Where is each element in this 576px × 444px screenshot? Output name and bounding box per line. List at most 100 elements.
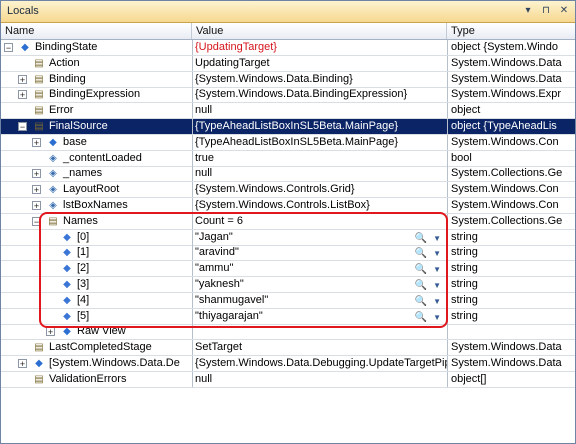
pin-icon[interactable]: ⊓ (539, 4, 553, 18)
expand-icon[interactable]: + (18, 90, 27, 100)
visualizer-dropdown-icon[interactable]: ▼ (433, 310, 441, 324)
tree-row[interactable]: ◆ [1] "aravind" 🔍 ▼ string (1, 245, 575, 262)
close-icon[interactable]: ✕ (557, 4, 571, 18)
visualizer-dropdown-icon[interactable]: ▼ (433, 262, 441, 276)
expand-icon[interactable]: + (32, 201, 41, 211)
value-cell[interactable]: "aravind" 🔍 ▼ (192, 245, 447, 261)
magnifier-icon[interactable]: 🔍 (415, 310, 427, 324)
locals-window: Locals ▾ ⊓ ✕ Name Value Type − ◆ BindingSt… (0, 0, 576, 444)
dropdown-icon[interactable]: ▾ (521, 4, 535, 18)
tree-row[interactable]: ▤ Error null object (1, 103, 575, 120)
column-value-header[interactable]: Value (192, 23, 447, 39)
tree-row[interactable]: ▤ ValidationErrors null object[] (1, 371, 575, 388)
type-cell: object {System.Windo (447, 40, 575, 55)
value-cell[interactable]: Count = 6 (192, 213, 447, 229)
tree-row[interactable]: ◆ [4] "shanmugavel" 🔍 ▼ string (1, 292, 575, 309)
type-cell: System.Windows.Data (447, 55, 575, 71)
name-cell: + ◆ base (1, 135, 191, 150)
tree-row[interactable]: + ◈ _names null System.Collections.Ge (1, 166, 575, 183)
type-cell: string (447, 245, 575, 261)
value-cell[interactable]: {TypeAheadListBoxInSL5Beta.MainPage} (192, 134, 447, 150)
value-cell[interactable]: {TypeAheadListBoxInSL5Beta.MainPage} (192, 119, 447, 134)
window-title: Locals (7, 5, 39, 17)
value-cell[interactable]: null (192, 371, 447, 387)
collapse-icon[interactable]: − (18, 122, 27, 132)
type-cell: string (447, 308, 575, 324)
expand-icon[interactable]: + (46, 327, 55, 337)
column-name-header[interactable]: Name (1, 23, 192, 39)
value-cell[interactable]: UpdatingTarget (192, 55, 447, 71)
tree-row[interactable]: + ◆ base {TypeAheadListBoxInSL5Beta.MainPag… (1, 134, 575, 151)
column-type-header[interactable]: Type (447, 23, 575, 39)
expand-icon[interactable]: + (32, 137, 41, 147)
tree-row[interactable]: − ▤ Names Count = 6 System.Collections.Ge (1, 213, 575, 230)
type-cell: System.Collections.Ge (447, 213, 575, 229)
expand-icon[interactable]: + (18, 74, 27, 84)
type-cell: string (447, 292, 575, 308)
magnifier-icon[interactable]: 🔍 (415, 262, 427, 276)
tree-row[interactable]: ◆ [0] "Jagan" 🔍 ▼ string (1, 229, 575, 246)
value-cell[interactable]: true (192, 150, 447, 166)
value-cell[interactable]: SetTarget (192, 340, 447, 356)
tree-row[interactable]: + ▤ BindingExpression {System.Windows.Data.… (1, 87, 575, 104)
value-cell[interactable]: "yaknesh" 🔍 ▼ (192, 277, 447, 292)
tree-row[interactable]: ▤ LastCompletedStage SetTarget System.Windo… (1, 340, 575, 357)
tree-row[interactable]: + ◆ Raw View (1, 324, 575, 341)
lock-icon: ◈ (49, 168, 57, 180)
tree-row[interactable]: + ▤ Binding {System.Windows.Data.Binding} Sy… (1, 71, 575, 88)
value-cell[interactable]: {System.Windows.Controls.Grid} (192, 182, 447, 198)
name-cell: + ◈ _names (1, 166, 191, 181)
visualizer-dropdown-icon[interactable]: ▼ (433, 278, 441, 292)
value-cell[interactable]: {System.Windows.Data.Debugging.UpdateTar… (192, 356, 447, 371)
type-cell: bool (447, 150, 575, 166)
row-name: lstBoxNames (63, 199, 128, 211)
value-cell[interactable] (192, 324, 447, 340)
row-name: LastCompletedStage (49, 341, 152, 354)
value-cell[interactable]: {System.Windows.Data.BindingExpression} (192, 87, 447, 103)
visualizer-dropdown-icon[interactable]: ▼ (433, 294, 441, 308)
value-cell[interactable]: "ammu" 🔍 ▼ (192, 261, 447, 277)
tree-row[interactable]: + ◈ lstBoxNames {System.Windows.Controls.Li… (1, 198, 575, 214)
value-cell[interactable]: null (192, 166, 447, 182)
expand-icon[interactable]: + (32, 185, 41, 195)
tree-row[interactable]: + ◆ [System.Windows.Data.De {System.Windows… (1, 356, 575, 372)
visualizer-dropdown-icon[interactable]: ▼ (433, 231, 441, 245)
magnifier-icon[interactable]: 🔍 (415, 278, 427, 292)
name-cell: ▤ Error (1, 103, 191, 118)
tree-row[interactable]: ▤ Action UpdatingTarget System.Windows.Data (1, 55, 575, 72)
name-cell: ◆ [0] (1, 230, 191, 245)
value-cell[interactable]: {System.Windows.Controls.ListBox} (192, 198, 447, 213)
tree-row[interactable]: ◆ [3] "yaknesh" 🔍 ▼ string (1, 277, 575, 293)
tree-row[interactable]: ◆ [2] "ammu" 🔍 ▼ string (1, 261, 575, 278)
type-cell: System.Collections.Ge (447, 166, 575, 182)
tree-row[interactable]: + ◈ LayoutRoot {System.Windows.Controls.Gri… (1, 182, 575, 199)
value-cell[interactable]: "Jagan" 🔍 ▼ (192, 229, 447, 245)
collapse-icon[interactable]: − (4, 43, 13, 53)
expand-icon[interactable]: + (32, 169, 41, 179)
value-cell[interactable]: null (192, 103, 447, 119)
tree-row[interactable]: ◆ [5] "thiyagarajan" 🔍 ▼ string (1, 308, 575, 325)
row-name: Binding (49, 72, 86, 85)
prop-icon: ▤ (34, 73, 44, 85)
value-cell[interactable]: {UpdatingTarget} (192, 40, 447, 55)
lock-icon: ◈ (49, 152, 57, 164)
lock-icon: ◈ (49, 184, 57, 196)
expand-icon[interactable]: + (18, 359, 27, 369)
type-cell: System.Windows.Data (447, 340, 575, 356)
tree-row[interactable]: ◈ _contentLoaded true bool (1, 150, 575, 167)
field-icon: ◆ (63, 263, 71, 275)
diamond-icon: ◆ (21, 42, 29, 53)
value-cell[interactable]: {System.Windows.Data.Binding} (192, 71, 447, 87)
value-cell[interactable]: "thiyagarajan" 🔍 ▼ (192, 308, 447, 324)
tree-row[interactable]: − ▤ FinalSource {TypeAheadListBoxInSL5Beta.… (1, 119, 575, 135)
visualizer-dropdown-icon[interactable]: ▼ (433, 246, 441, 260)
tree-row[interactable]: − ◆ BindingState {UpdatingTarget} object {Sy… (1, 40, 575, 56)
magnifier-icon[interactable]: 🔍 (415, 231, 427, 245)
magnifier-icon[interactable]: 🔍 (415, 294, 427, 308)
name-cell: − ▤ Names (1, 214, 191, 229)
value-cell[interactable]: "shanmugavel" 🔍 ▼ (192, 292, 447, 308)
diamond-icon: ◆ (49, 136, 57, 148)
collapse-icon[interactable]: − (32, 216, 41, 226)
row-name: BindingExpression (49, 88, 141, 101)
magnifier-icon[interactable]: 🔍 (415, 246, 427, 260)
